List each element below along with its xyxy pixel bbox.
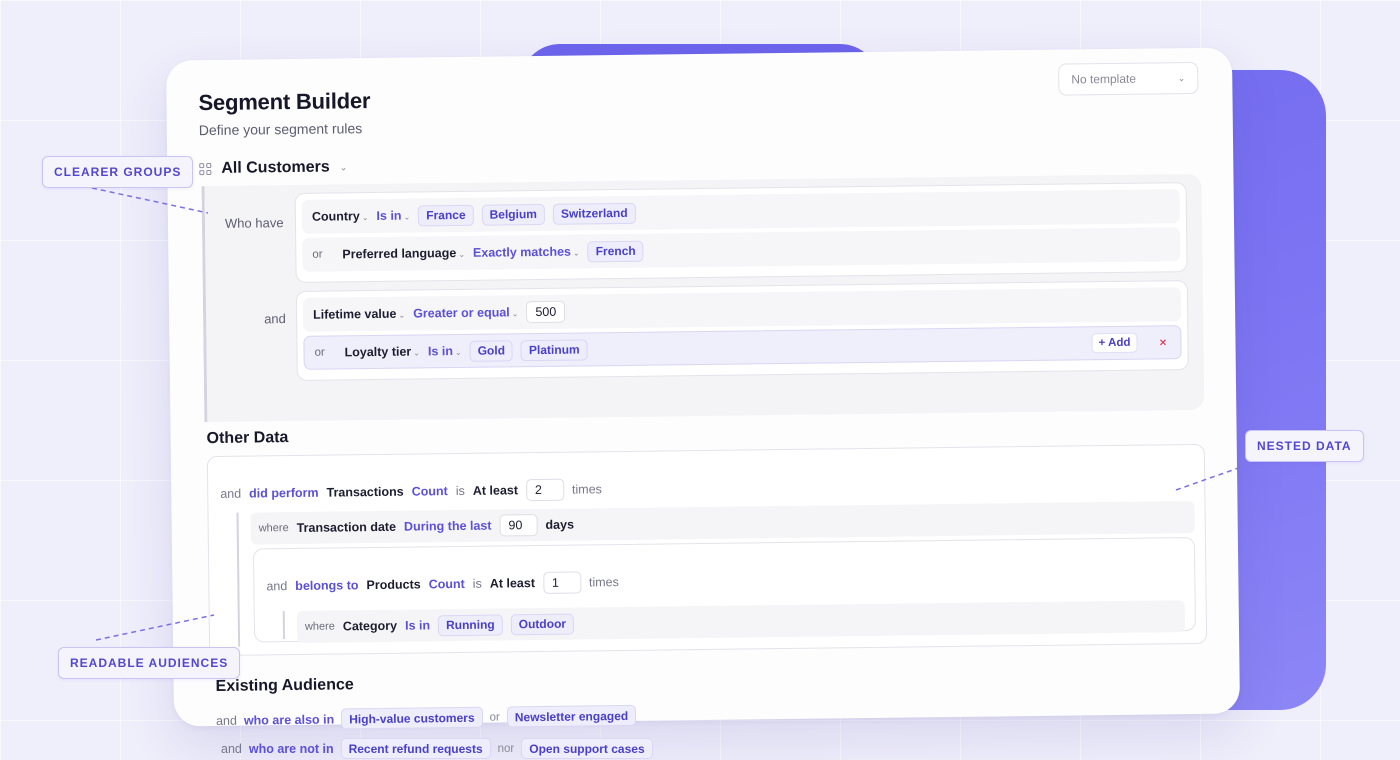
callout-lines <box>91 187 1245 641</box>
callout-nested-data: NESTED DATA <box>1245 430 1364 462</box>
callout-readable-audiences: READABLE AUDIENCES <box>58 647 241 679</box>
callout-clearer-groups: CLEARER GROUPS <box>42 156 194 188</box>
